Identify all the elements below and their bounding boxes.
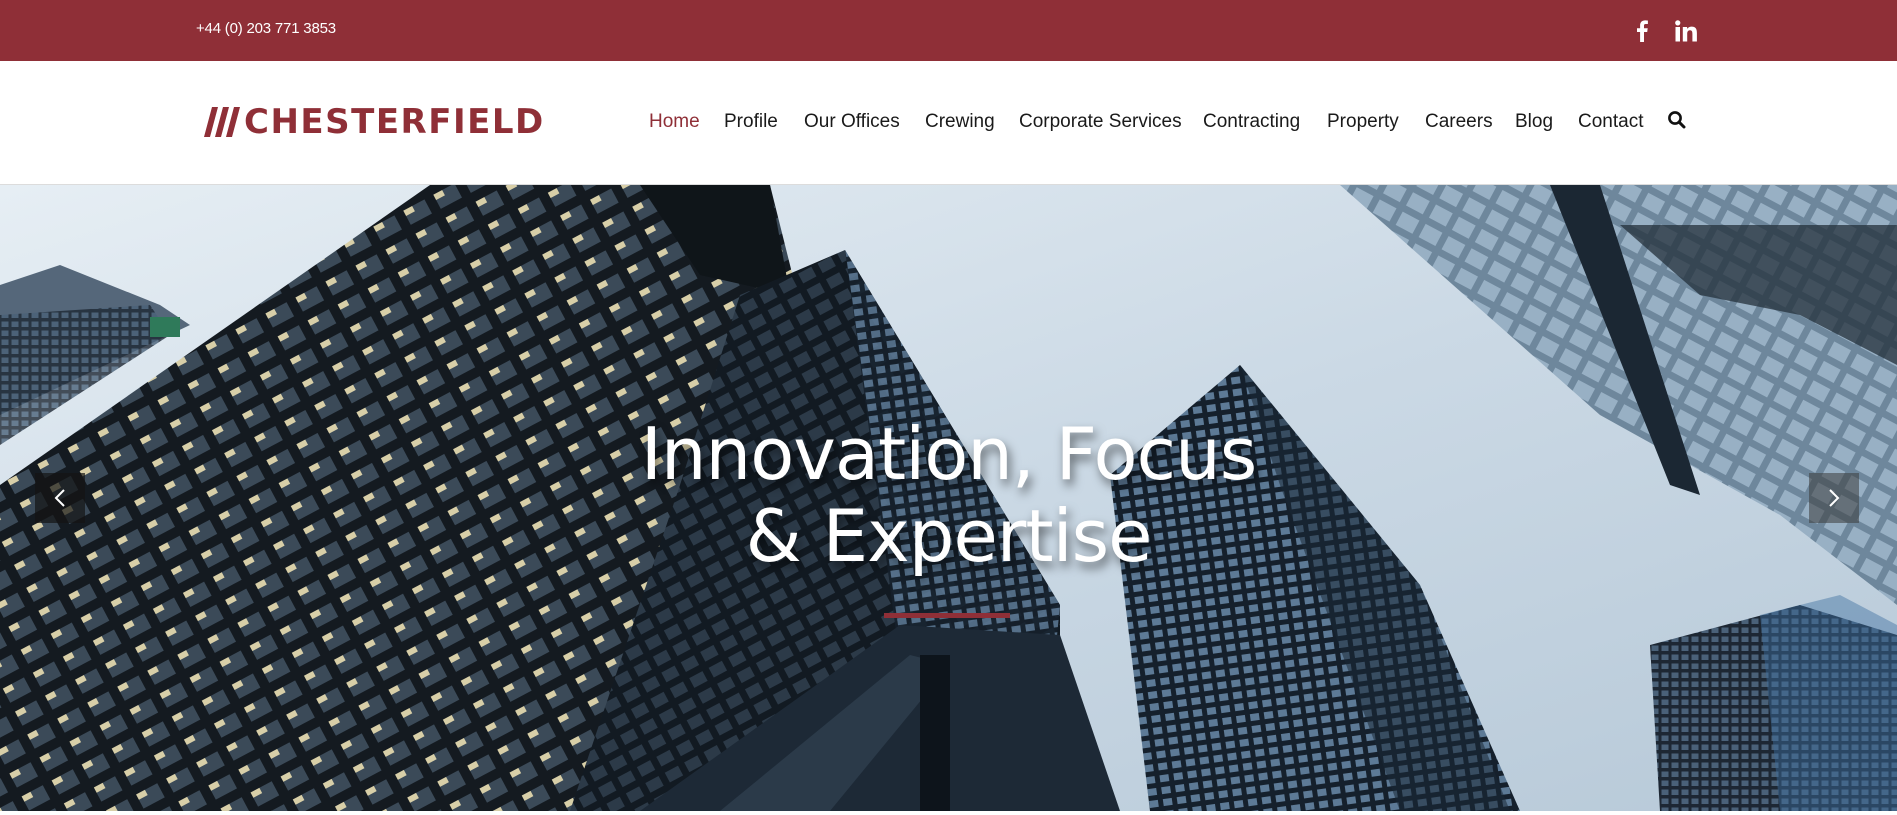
nav-property[interactable]: Property: [1327, 111, 1399, 133]
search-icon: [1668, 111, 1686, 129]
top-bar: +44 (0) 203 771 3853: [0, 0, 1897, 61]
hero-slider: Innovation, Focus & Expertise: [0, 185, 1897, 811]
facebook-icon: [1637, 20, 1648, 42]
nav-corporate-services[interactable]: Corporate Services: [1019, 111, 1182, 133]
nav-contact[interactable]: Contact: [1578, 111, 1643, 133]
nav-contracting[interactable]: Contracting: [1203, 111, 1300, 133]
facebook-link[interactable]: [1628, 17, 1656, 45]
logo-slashes-icon: [204, 107, 240, 137]
hero-heading: Innovation, Focus & Expertise: [0, 413, 1897, 577]
slider-prev-button[interactable]: [35, 473, 85, 523]
page-bottom-edge: [0, 811, 1897, 815]
search-button[interactable]: [1667, 110, 1687, 130]
hero-heading-line2: & Expertise: [745, 494, 1153, 578]
nav-blog[interactable]: Blog: [1515, 111, 1553, 133]
nav-careers[interactable]: Careers: [1425, 111, 1493, 133]
nav-home[interactable]: Home: [649, 111, 700, 133]
linkedin-link[interactable]: [1672, 17, 1700, 45]
slider-next-button[interactable]: [1809, 473, 1859, 523]
hero-divider: [884, 613, 1010, 618]
chevron-right-icon: [1829, 489, 1840, 507]
chesterfield-logo[interactable]: CHESTERFIELD: [204, 102, 545, 142]
nav-our-offices[interactable]: Our Offices: [804, 111, 900, 133]
phone-number[interactable]: +44 (0) 203 771 3853: [196, 20, 336, 37]
logo-wordmark: CHESTERFIELD: [244, 102, 545, 142]
chevron-left-icon: [54, 489, 65, 507]
linkedin-icon: [1675, 20, 1697, 42]
nav-crewing[interactable]: Crewing: [925, 111, 995, 133]
nav-profile[interactable]: Profile: [724, 111, 778, 133]
hero-heading-line1: Innovation, Focus: [640, 412, 1258, 496]
